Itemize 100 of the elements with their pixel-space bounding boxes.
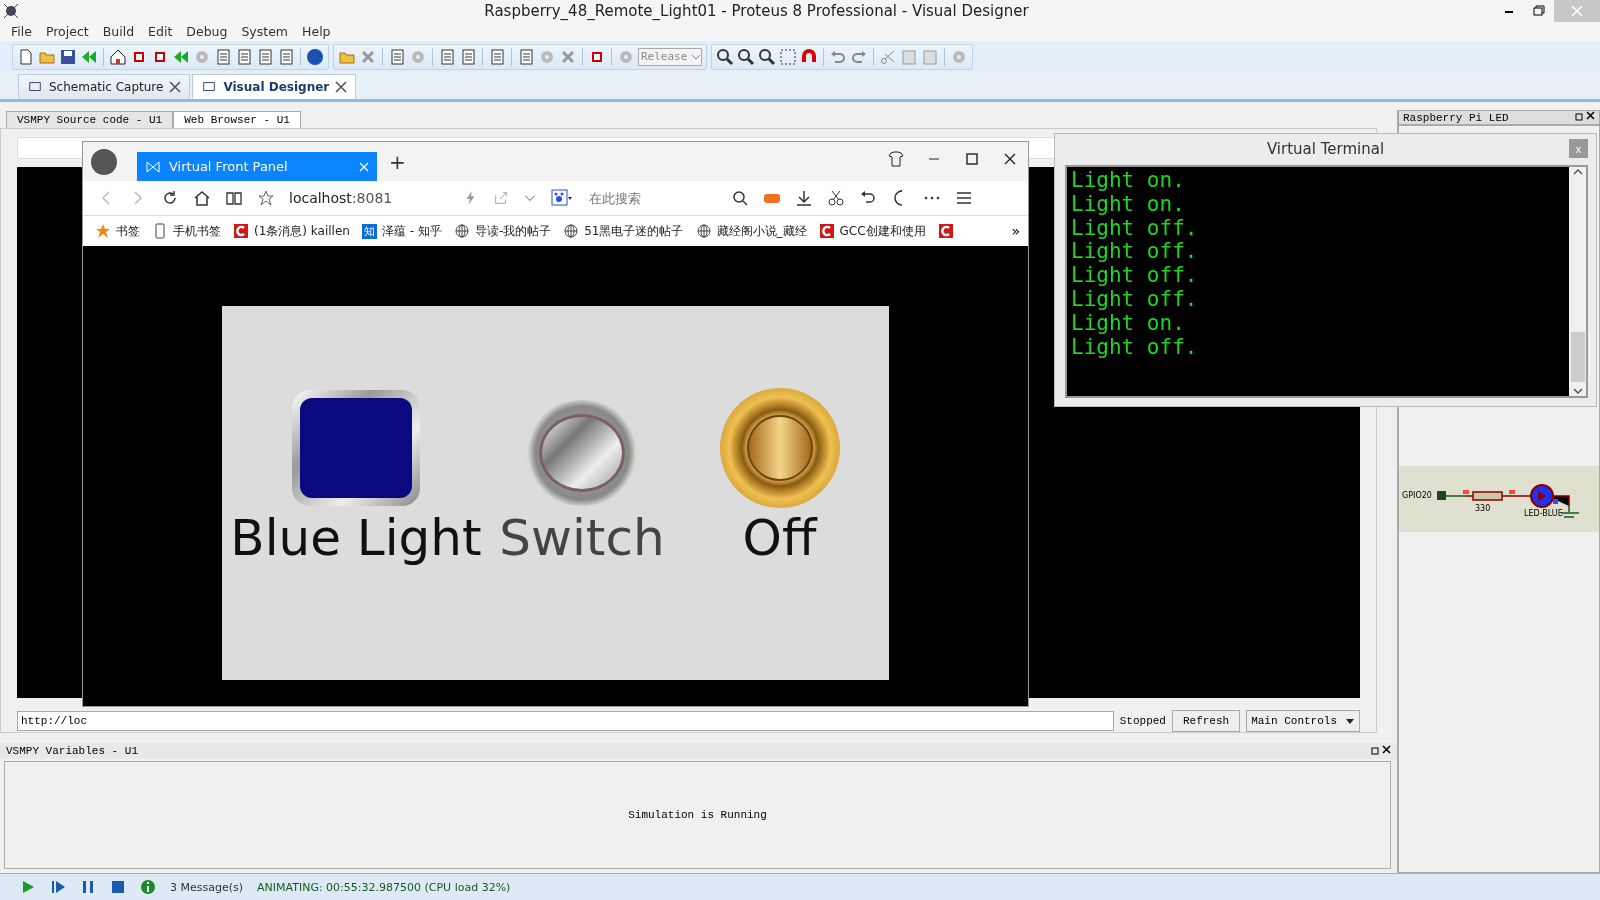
bookmark-link[interactable]: 书签 (116, 222, 140, 240)
page-icon[interactable] (517, 47, 535, 66)
pause-icon[interactable] (80, 879, 96, 895)
resistor-label: 330 (1475, 504, 1491, 513)
paw-icon[interactable] (551, 189, 573, 207)
chevron-up-icon[interactable] (1572, 167, 1583, 177)
terminal-line: Light off. (1071, 216, 1199, 241)
logo-icon (818, 223, 835, 239)
restore-icon[interactable] (1575, 111, 1595, 121)
terminal-line: Light off. (1071, 288, 1199, 312)
page-icon[interactable] (438, 47, 456, 66)
control-label: Blue Light (230, 508, 482, 568)
terminal-line: Light on. (1071, 311, 1186, 336)
url-field[interactable]: http://loc (17, 711, 1114, 731)
terminal-line: Light off. (1071, 240, 1199, 265)
led-label: LED-BLUE (1524, 509, 1563, 518)
terminal-line: Light on. (1071, 169, 1186, 193)
panel-title: VSMPY Variables - U1 (6, 745, 139, 757)
close-icon[interactable] (169, 81, 182, 93)
chevron-down-icon[interactable] (1572, 386, 1583, 396)
step-icon[interactable] (50, 879, 66, 895)
bookmark-link[interactable]: 藏经阁小说_藏经 (716, 222, 807, 240)
view-dropdown[interactable]: Main Controls (1246, 710, 1360, 732)
book-icon[interactable] (225, 189, 243, 207)
star-icon[interactable] (257, 189, 275, 207)
terminal-title: Virtual Terminal (1266, 139, 1385, 158)
terminal-line: Light off. (1071, 264, 1199, 288)
terminal-line: Light off. (1071, 335, 1199, 360)
control-label: Off (742, 508, 817, 568)
window-title: Raspberry_48_Remote_Light01 - Proteus 8 Professional - Visual Designer (483, 2, 1030, 20)
reload-icon[interactable] (161, 189, 179, 207)
panel-tab[interactable]: Web Browser - U1 (173, 111, 301, 128)
tab-icon (27, 80, 43, 94)
page-icon[interactable] (214, 47, 232, 66)
menu-item[interactable]: Build (95, 22, 142, 41)
message-count[interactable]: 3 Message(s) (170, 880, 244, 894)
avatar[interactable] (91, 148, 117, 175)
tab-icon (201, 80, 218, 94)
document-icon[interactable] (17, 47, 35, 66)
restore-icon[interactable] (1371, 744, 1391, 755)
terminal-line: Light on. (1071, 192, 1186, 217)
new-tab-button[interactable]: + (389, 149, 406, 174)
page-icon[interactable] (235, 47, 253, 66)
scrollbar[interactable] (1569, 167, 1586, 396)
menu-item[interactable]: File (4, 22, 39, 41)
bookmark-link[interactable]: (1条消息) kaillen (254, 222, 350, 240)
info-icon (140, 879, 156, 895)
close-icon[interactable] (335, 81, 348, 93)
menu-item[interactable]: Edit (141, 22, 180, 41)
search-field[interactable]: 在此搜索 (587, 189, 717, 207)
page-icon[interactable] (488, 47, 506, 66)
load-status: Stopped (1119, 715, 1166, 727)
scissors-icon[interactable] (827, 189, 845, 207)
caret-icon (1345, 716, 1355, 726)
page-icon[interactable] (388, 47, 406, 66)
bookmark-link[interactable]: 手机书签 (173, 222, 221, 240)
home-icon[interactable] (193, 189, 211, 207)
menu-item[interactable]: Debug (179, 22, 235, 41)
control-label: Switch (499, 508, 665, 568)
phone-icon (152, 223, 168, 239)
logo-icon (233, 223, 249, 239)
bookmark-link[interactable]: 导读-我的帖子 (474, 222, 552, 240)
panel-title: Raspberry Pi LED (1403, 111, 1509, 124)
menu-item[interactable]: System (234, 22, 296, 41)
document-tab[interactable]: Schematic Capture (18, 74, 191, 99)
address-field[interactable]: localhost:8081 (289, 190, 449, 206)
browser-tab[interactable]: Virtual Front Panel (137, 152, 377, 181)
page-icon[interactable] (256, 47, 274, 66)
logo-icon (937, 223, 954, 239)
simulation-message: Simulation is Running (628, 809, 767, 821)
menu-item[interactable]: Project (38, 22, 96, 41)
magnifier-icon[interactable] (737, 47, 756, 66)
play-icon[interactable] (20, 879, 36, 895)
magnifier-icon[interactable] (758, 47, 777, 66)
search-icon[interactable] (731, 189, 749, 207)
page-icon[interactable] (459, 47, 477, 66)
app-icon (3, 3, 19, 19)
bookmark-link[interactable]: 51黑电子迷的帖子 (584, 222, 684, 240)
house-icon[interactable] (109, 47, 127, 66)
download-icon[interactable] (795, 189, 813, 207)
scrollbar-thumb[interactable] (1570, 332, 1585, 382)
refresh-button[interactable]: Refresh (1171, 710, 1241, 732)
floppy-icon[interactable] (59, 47, 77, 66)
star-icon (95, 223, 111, 239)
magnifier-icon[interactable] (716, 47, 735, 66)
globe-icon (563, 223, 580, 239)
document-tab[interactable]: Visual Designer (192, 74, 357, 99)
page-icon[interactable] (277, 47, 295, 66)
site-logo: 知 (361, 223, 377, 239)
menu-icon[interactable] (955, 189, 973, 207)
globe-icon (453, 223, 470, 239)
dotted-rect-icon[interactable] (779, 47, 798, 66)
bookmark-link[interactable]: GCC创建和使用 (839, 222, 926, 240)
simulation-status: ANIMATING: 00:55:32.987500 (CPU load 32%) (257, 880, 511, 894)
menu-item[interactable]: Help (295, 22, 338, 41)
bookmark-link[interactable]: 泽蕴 - 知乎 (381, 222, 442, 240)
panel-tab[interactable]: VSMPY Source code - U1 (6, 111, 174, 128)
stop-icon[interactable] (110, 879, 126, 895)
pin-label: GPIO20 (1402, 491, 1432, 500)
more-bookmarks-button[interactable]: » (1011, 223, 1020, 239)
